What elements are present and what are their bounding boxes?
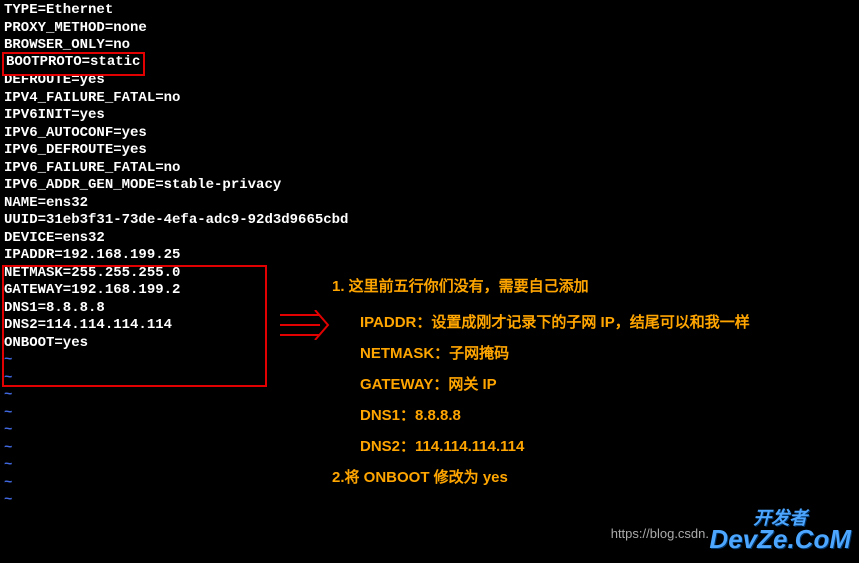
- config-line: DEVICE=ens32: [4, 230, 855, 248]
- config-line: NAME=ens32: [4, 195, 855, 213]
- config-line: IPV4_FAILURE_FATAL=no: [4, 90, 855, 108]
- annotation-ipaddr: IPADDR：设置成刚才记录下的子网 IP，结尾可以和我一样: [360, 311, 852, 332]
- highlight-bootproto: BOOTPROTO=static: [2, 52, 145, 76]
- annotation-dns1: DNS1：8.8.8.8: [360, 404, 852, 425]
- config-line: IPV6INIT=yes: [4, 107, 855, 125]
- config-line: IPV6_AUTOCONF=yes: [4, 125, 855, 143]
- annotation-title-1: 1. 这里前五行你们没有，需要自己添加: [332, 275, 852, 299]
- config-line: IPV6_FAILURE_FATAL=no: [4, 160, 855, 178]
- annotation-netmask: NETMASK：子网掩码: [360, 342, 852, 363]
- config-line: PROXY_METHOD=none: [4, 20, 855, 38]
- config-line: TYPE=Ethernet: [4, 2, 855, 20]
- config-line: IPV6_ADDR_GEN_MODE=stable-privacy: [4, 177, 855, 195]
- annotation-title-2: 2.将 ONBOOT 修改为 yes: [332, 466, 852, 490]
- config-line: IPV6_DEFROUTE=yes: [4, 142, 855, 160]
- watermark-logo: 开发者 DevZe.CoM: [709, 504, 851, 555]
- highlight-network-settings: [2, 265, 267, 387]
- watermark-logo-en: DevZe.CoM: [709, 524, 851, 554]
- arrow-icon: [280, 310, 330, 345]
- config-line: BOOTPROTO=staticBOOTPROTO=static: [4, 55, 855, 73]
- annotation-panel: 1. 这里前五行你们没有，需要自己添加 IPADDR：设置成刚才记录下的子网 I…: [332, 275, 852, 502]
- annotation-dns2: DNS2：114.114.114.114: [360, 435, 852, 456]
- config-line: IPADDR=192.168.199.25: [4, 247, 855, 265]
- annotation-gateway: GATEWAY：网关 IP: [360, 373, 852, 394]
- watermark-url: https://blog.csdn.: [611, 526, 709, 541]
- config-line: UUID=31eb3f31-73de-4efa-adc9-92d3d9665cb…: [4, 212, 855, 230]
